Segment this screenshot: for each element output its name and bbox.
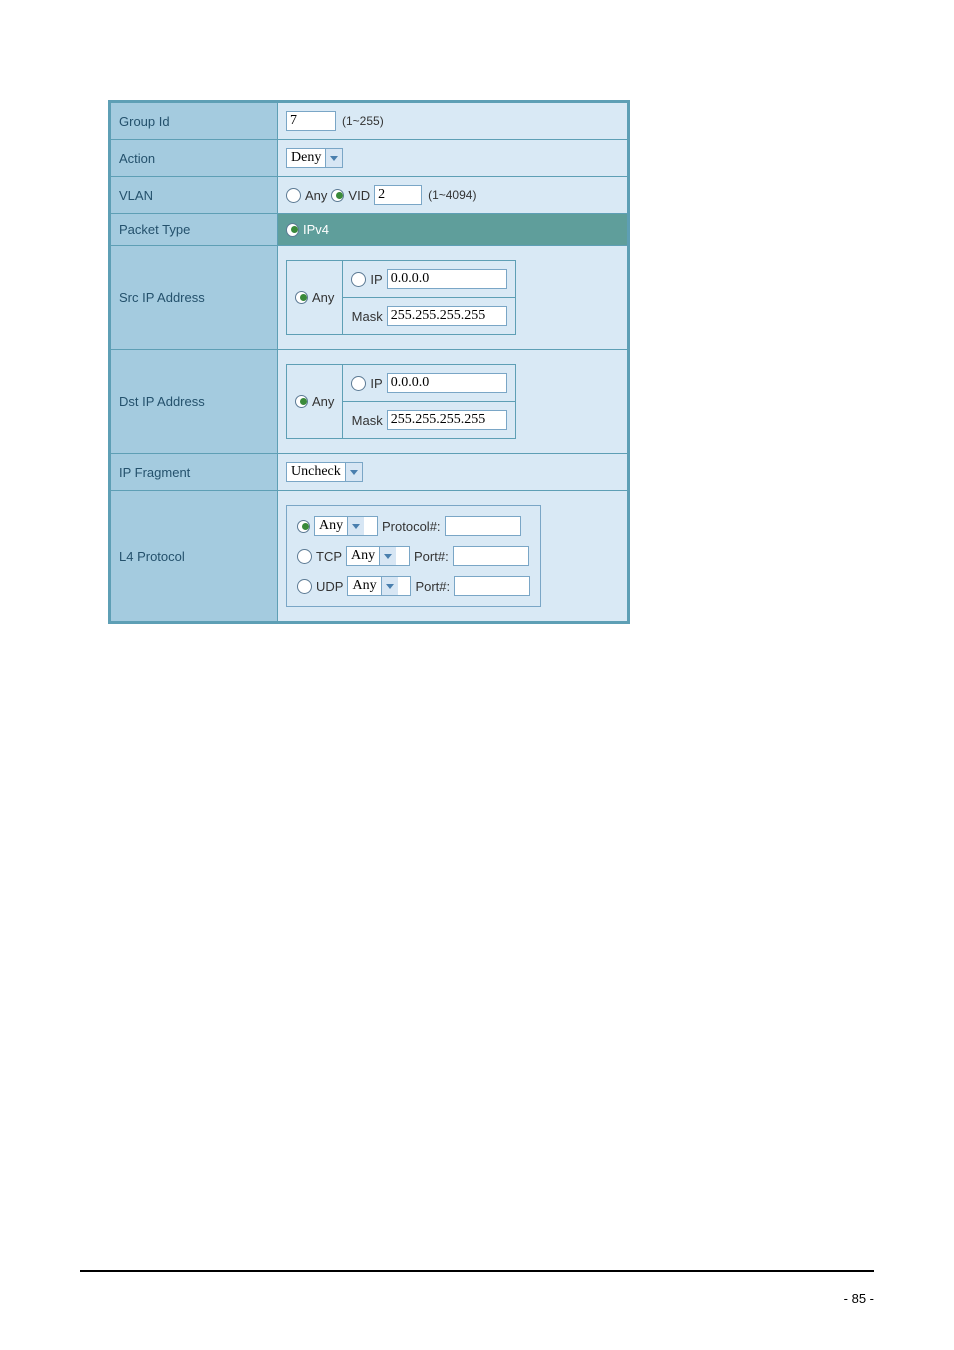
- l4-proto-radio[interactable]: [297, 520, 310, 533]
- footer-divider: [80, 1270, 874, 1272]
- vlan-vid-radio[interactable]: [331, 189, 344, 202]
- src-ip-input[interactable]: [387, 269, 507, 289]
- vlan-any-radio[interactable]: [286, 188, 301, 203]
- l4-tcp-select[interactable]: Any: [346, 546, 410, 566]
- src-ip-mask-input[interactable]: [387, 306, 507, 326]
- src-ip-any-radio[interactable]: [295, 291, 308, 304]
- page-number: - 85 -: [844, 1291, 874, 1306]
- l4-tcp-radio[interactable]: [297, 549, 312, 564]
- chevron-down-icon: [347, 517, 364, 535]
- action-select-value: Deny: [291, 150, 321, 166]
- action-select[interactable]: Deny: [286, 148, 343, 168]
- vlan-any-label: Any: [305, 188, 327, 203]
- vlan-hint: (1~4094): [428, 188, 476, 202]
- l4-proto-input[interactable]: [445, 516, 521, 536]
- src-ip-any-label: Any: [312, 290, 334, 305]
- chevron-down-icon: [325, 149, 342, 167]
- group-id-input[interactable]: [286, 111, 336, 131]
- dst-ip-input[interactable]: [387, 373, 507, 393]
- dst-ip-any-label: Any: [312, 394, 334, 409]
- l4-proto-select[interactable]: Any: [314, 516, 378, 536]
- chevron-down-icon: [379, 547, 396, 565]
- l4-udp-select[interactable]: Any: [347, 576, 411, 596]
- packet-type-ipv4-radio[interactable]: [286, 223, 299, 237]
- label-ip-fragment: IP Fragment: [111, 454, 278, 491]
- ip-fragment-select-value: Uncheck: [291, 464, 341, 480]
- group-id-hint: (1~255): [342, 114, 384, 128]
- l4-tcp-label: TCP: [316, 549, 342, 564]
- dst-ip-any-radio[interactable]: [295, 395, 308, 408]
- l4-udp-port-label: Port#:: [415, 579, 450, 594]
- l4-tcp-select-value: Any: [351, 548, 375, 564]
- label-group-id: Group Id: [111, 103, 278, 140]
- dst-ip-ip-label: IP: [370, 376, 382, 391]
- src-ip-ip-label: IP: [370, 272, 382, 287]
- l4-udp-port-input[interactable]: [454, 576, 530, 596]
- packet-type-ipv4-label: IPv4: [303, 222, 329, 237]
- ip-fragment-select[interactable]: Uncheck: [286, 462, 363, 482]
- label-vlan: VLAN: [111, 177, 278, 214]
- dst-ip-mask-label: Mask: [352, 413, 383, 428]
- l4-proto-select-value: Any: [319, 518, 343, 534]
- vlan-vid-label: VID: [348, 188, 370, 203]
- label-src-ip: Src IP Address: [111, 246, 278, 350]
- label-dst-ip: Dst IP Address: [111, 350, 278, 454]
- chevron-down-icon: [381, 577, 398, 595]
- vlan-vid-input[interactable]: [374, 185, 422, 205]
- src-ip-ip-radio[interactable]: [351, 272, 366, 287]
- label-packet-type: Packet Type: [111, 214, 278, 246]
- chevron-down-icon: [345, 463, 362, 481]
- l4-udp-label: UDP: [316, 579, 343, 594]
- src-ip-box: Any IP: [286, 260, 516, 335]
- src-ip-mask-label: Mask: [352, 309, 383, 324]
- l4-udp-radio[interactable]: [297, 579, 312, 594]
- l4-tcp-port-input[interactable]: [453, 546, 529, 566]
- dst-ip-mask-input[interactable]: [387, 410, 507, 430]
- dst-ip-box: Any IP: [286, 364, 516, 439]
- label-l4-protocol: L4 Protocol: [111, 491, 278, 622]
- label-action: Action: [111, 140, 278, 177]
- dst-ip-ip-radio[interactable]: [351, 376, 366, 391]
- l4-udp-select-value: Any: [352, 578, 376, 594]
- l4-tcp-port-label: Port#:: [414, 549, 449, 564]
- acl-form: Group Id (1~255) Action Deny: [108, 100, 630, 624]
- l4-proto-field-label: Protocol#:: [382, 519, 441, 534]
